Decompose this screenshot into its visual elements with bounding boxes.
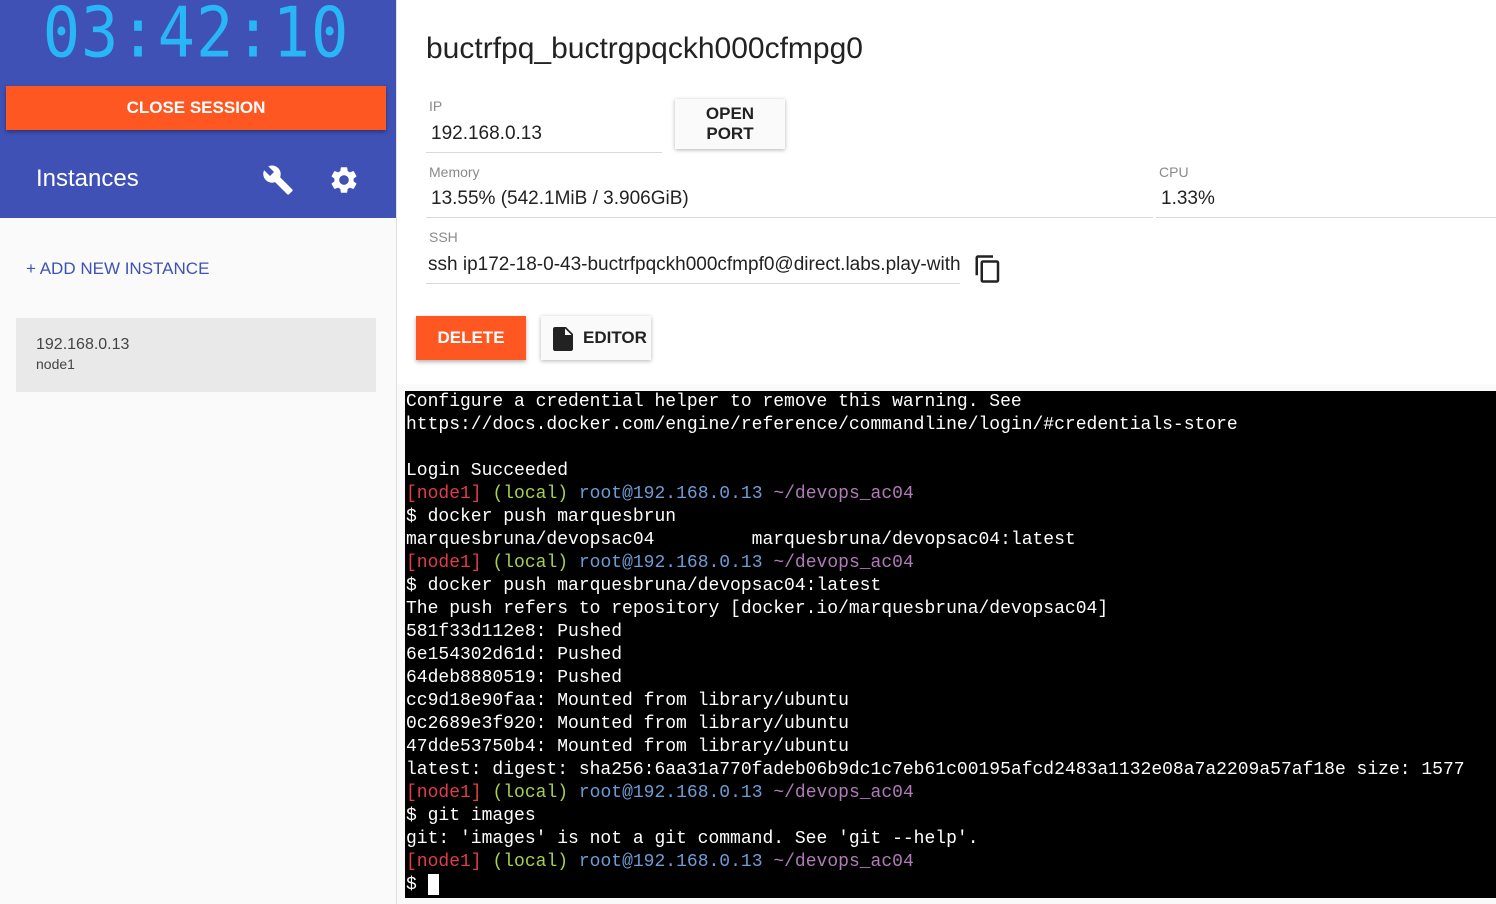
session-timer: 03:42:10 <box>42 0 350 74</box>
prompt-local: (local) <box>492 852 569 872</box>
instance-list-item[interactable]: 192.168.0.13 node1 <box>16 318 376 392</box>
cpu-field: 1.33% <box>1156 186 1496 218</box>
terminal-prompt-line: [node1] (local) root@192.168.0.13 ~/devo… <box>405 851 1496 874</box>
terminal-line-text: 0c2689e3f920: Mounted from library/ubunt… <box>406 714 849 734</box>
prompt-host: root@192.168.0.13 <box>578 783 763 803</box>
ssh-field[interactable]: ssh ip172-18-0-43-buctrfpqckh000cfmpf0@d… <box>426 252 960 284</box>
prompt-node: [node1] <box>406 783 482 803</box>
terminal-line-text: 581f33d112e8: Pushed <box>406 622 623 642</box>
gear-icon[interactable] <box>328 164 360 196</box>
delete-button[interactable]: DELETE <box>416 316 526 360</box>
file-icon <box>553 327 573 351</box>
editor-button[interactable]: EDITOR <box>541 316 651 360</box>
memory-label: Memory <box>429 164 480 180</box>
terminal-line: cc9d18e90faa: Mounted from library/ubunt… <box>405 690 1496 713</box>
terminal-line: 581f33d112e8: Pushed <box>405 621 1496 644</box>
open-port-button[interactable]: OPEN PORT <box>675 99 785 149</box>
terminal-line: $ docker push marquesbruna/devopsac04:la… <box>405 575 1496 598</box>
instance-name: node1 <box>36 356 75 372</box>
terminal-line: marquesbruna/devopsac04 marquesbruna/dev… <box>405 529 1496 552</box>
terminal-line-text: https://docs.docker.com/engine/reference… <box>406 415 1238 435</box>
memory-field: 13.55% (542.1MiB / 3.906GiB) <box>426 186 1153 218</box>
terminal-line: 47dde53750b4: Mounted from library/ubunt… <box>405 736 1496 759</box>
copy-icon[interactable] <box>973 252 1003 286</box>
instance-details-panel: buctrfpq_buctrgpqckh000cfmpg0 IP 192.168… <box>397 0 1496 384</box>
prompt-host: root@192.168.0.13 <box>578 852 763 872</box>
terminal-line: git: 'images' is not a git command. See … <box>405 828 1496 851</box>
terminal-line: https://docs.docker.com/engine/reference… <box>405 414 1496 437</box>
terminal-cursor <box>427 874 439 895</box>
terminal-line-text: Configure a credential helper to remove … <box>406 392 1022 412</box>
prompt-path: ~/devops_ac04 <box>773 783 914 803</box>
prompt-host: root@192.168.0.13 <box>578 484 763 504</box>
terminal-line-text: latest: digest: sha256:6aa31a770fadeb06b… <box>406 760 1465 780</box>
terminal-line: 0c2689e3f920: Mounted from library/ubunt… <box>405 713 1496 736</box>
terminal-line: Configure a credential helper to remove … <box>405 391 1496 414</box>
ip-label: IP <box>429 98 443 114</box>
cpu-label: CPU <box>1159 164 1189 180</box>
terminal-line: Login Succeeded <box>405 460 1496 483</box>
prompt-local: (local) <box>492 553 569 573</box>
instance-title: buctrfpq_buctrgpqckh000cfmpg0 <box>426 32 863 65</box>
editor-label: EDITOR <box>583 328 647 347</box>
instance-ip: 192.168.0.13 <box>36 336 130 353</box>
terminal-line-text: $ git images <box>406 806 536 826</box>
terminal-line-text: 64deb8880519: Pushed <box>406 668 623 688</box>
terminal-line-text: cc9d18e90faa: Mounted from library/ubunt… <box>406 691 849 711</box>
terminal-output: Configure a credential helper to remove … <box>405 391 1496 897</box>
terminal-line-text: $ docker push marquesbruna/devopsac04:la… <box>406 576 882 596</box>
prompt-path: ~/devops_ac04 <box>773 852 914 872</box>
terminal-line: $ docker push marquesbrun <box>405 506 1496 529</box>
sidebar: 03:42:10 CLOSE SESSION Instances + ADD N… <box>0 0 397 904</box>
add-new-instance-link[interactable]: + ADD NEW INSTANCE <box>26 259 209 279</box>
ip-field[interactable]: 192.168.0.13 <box>426 121 662 153</box>
terminal-line: $ git images <box>405 805 1496 828</box>
instances-title: Instances <box>36 165 139 192</box>
terminal-prompt-line: [node1] (local) root@192.168.0.13 ~/devo… <box>405 782 1496 805</box>
terminal[interactable]: Configure a credential helper to remove … <box>405 391 1496 898</box>
terminal-line-text: Login Succeeded <box>406 461 569 481</box>
terminal-line-text: The push refers to repository [docker.io… <box>406 599 1109 619</box>
terminal-line-text: git: 'images' is not a git command. See … <box>406 829 979 849</box>
prompt-local: (local) <box>492 783 569 803</box>
terminal-line: $ <box>405 874 1496 897</box>
terminal-line: 6e154302d61d: Pushed <box>405 644 1496 667</box>
prompt-node: [node1] <box>406 484 482 504</box>
terminal-line: latest: digest: sha256:6aa31a770fadeb06b… <box>405 759 1496 782</box>
terminal-line-text: $ <box>406 875 428 895</box>
terminal-line-text: 6e154302d61d: Pushed <box>406 645 623 665</box>
prompt-local: (local) <box>492 484 569 504</box>
terminal-line: 64deb8880519: Pushed <box>405 667 1496 690</box>
ssh-label: SSH <box>429 229 458 245</box>
terminal-line-text: $ docker push marquesbrun <box>406 507 677 527</box>
prompt-path: ~/devops_ac04 <box>773 484 914 504</box>
terminal-prompt-line: [node1] (local) root@192.168.0.13 ~/devo… <box>405 483 1496 506</box>
close-session-button[interactable]: CLOSE SESSION <box>6 86 386 130</box>
terminal-line-text: 47dde53750b4: Mounted from library/ubunt… <box>406 737 849 757</box>
prompt-node: [node1] <box>406 852 482 872</box>
terminal-prompt-line: [node1] (local) root@192.168.0.13 ~/devo… <box>405 552 1496 575</box>
prompt-path: ~/devops_ac04 <box>773 553 914 573</box>
terminal-line-text: marquesbruna/devopsac04 marquesbruna/dev… <box>406 530 1076 550</box>
terminal-line: The push refers to repository [docker.io… <box>405 598 1496 621</box>
prompt-node: [node1] <box>406 553 482 573</box>
wrench-icon[interactable] <box>262 164 294 196</box>
sidebar-header: 03:42:10 CLOSE SESSION Instances <box>0 0 396 218</box>
prompt-host: root@192.168.0.13 <box>578 553 763 573</box>
